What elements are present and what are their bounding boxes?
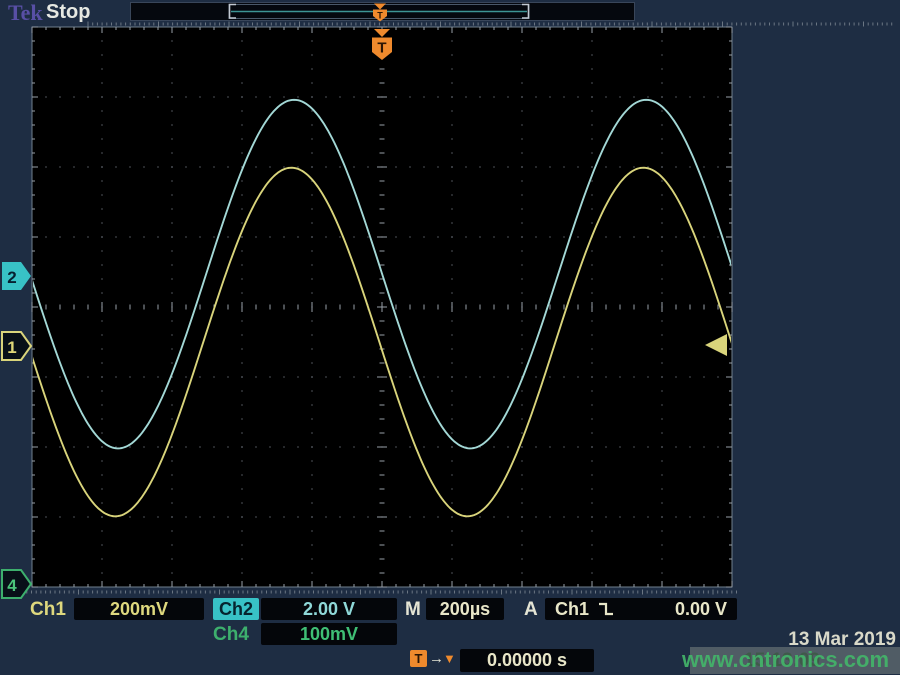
trigger-level: 0.00 V xyxy=(675,599,727,620)
ch1-marker: 1 xyxy=(2,332,31,360)
svg-text:4: 4 xyxy=(7,576,17,595)
tek-logo: Tek xyxy=(8,0,43,26)
arrow-icon: → xyxy=(429,650,444,667)
timebase-label: M xyxy=(405,599,421,621)
record-view-bar: T xyxy=(131,3,635,22)
delay-marker-icon: ▼ xyxy=(443,651,456,666)
ch2-marker: 2 xyxy=(2,262,31,290)
svg-text:T: T xyxy=(377,11,383,21)
trigger-t-icon: T xyxy=(410,650,427,667)
falling-edge-icon xyxy=(597,601,615,617)
svg-text:T: T xyxy=(377,40,386,57)
trigger-delay-readout: 0.00000 s xyxy=(460,649,594,672)
scope-display: T T 2 1 4 xyxy=(0,0,900,675)
ch1-label: Ch1 xyxy=(30,599,66,621)
ch2-scale-readout: 2.00 V xyxy=(261,598,397,620)
ch1-scale-readout: 200mV xyxy=(74,598,204,620)
ch4-label: Ch4 xyxy=(213,624,249,646)
trigger-readout: Ch1 0.00 V xyxy=(545,598,737,620)
timebase-readout: 200µs xyxy=(426,598,504,620)
ch4-scale-readout: 100mV xyxy=(261,623,397,645)
svg-text:1: 1 xyxy=(7,338,16,357)
svg-text:2: 2 xyxy=(7,268,16,287)
watermark: www.cntronics.com xyxy=(682,647,889,673)
ch2-label: Ch2 xyxy=(213,598,259,620)
acquisition-status: Stop xyxy=(46,1,90,24)
trigger-source: Ch1 xyxy=(555,599,589,620)
ch4-marker: 4 xyxy=(2,570,31,598)
trigger-mode-label: A xyxy=(524,599,538,621)
